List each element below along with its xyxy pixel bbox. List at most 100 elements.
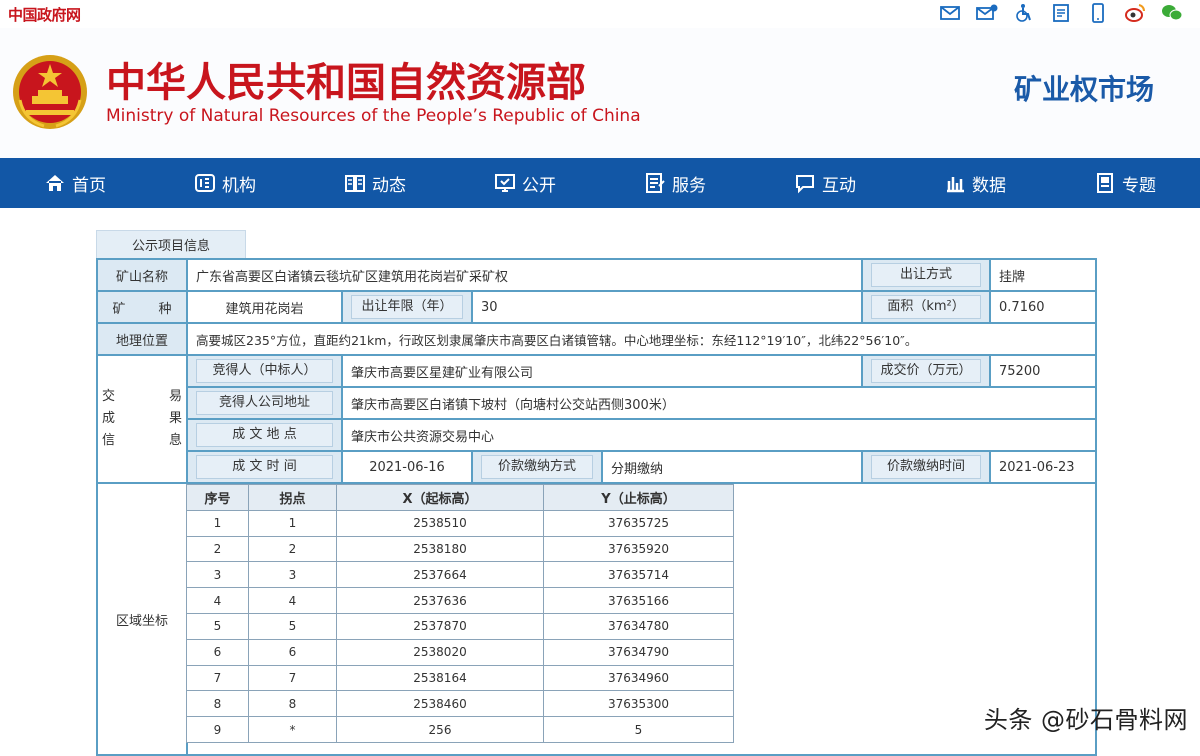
coords-label: 区域坐标: [96, 482, 188, 756]
nav-org[interactable]: 机构: [150, 158, 300, 208]
cell: 3: [248, 561, 337, 589]
table-row: 7 7 2538164 37634960: [186, 664, 734, 692]
gov-portal-link[interactable]: 中国政府网: [8, 4, 81, 25]
ministry-title-en: Ministry of Natural Resources of the Peo…: [106, 106, 641, 126]
table-row: 9 * 256 5: [186, 716, 734, 743]
tab-project-info[interactable]: 公示项目信息: [96, 230, 246, 258]
cell: 2537664: [336, 561, 544, 589]
cell: 9: [186, 716, 249, 743]
coords-header-row: 序号 拐点 X（起标高） Y（止标高）: [186, 484, 734, 511]
nav-label: 数据: [972, 175, 1006, 196]
cell: 5: [186, 612, 249, 640]
cell: 4: [186, 587, 249, 614]
nav-data[interactable]: 数据: [900, 158, 1050, 208]
years-label: 出让年限（年）: [351, 295, 463, 319]
cell: 1: [186, 509, 249, 537]
cell: 6: [248, 638, 337, 666]
cell: 37634960: [543, 664, 734, 692]
cell: 5: [543, 716, 734, 743]
payment-method-value: 分期缴纳: [600, 450, 864, 484]
source-watermark: 头条 @砂石骨料网: [983, 706, 1188, 734]
cell: 4: [248, 587, 337, 614]
cell: 37635920: [543, 535, 734, 563]
cell: 2538510: [336, 509, 544, 537]
nav-news[interactable]: 动态: [300, 158, 450, 208]
mineral-value: 建筑用花岗岩: [186, 290, 343, 324]
nav-label: 公开: [522, 175, 556, 196]
transfer-method-label: 出让方式: [871, 263, 982, 287]
mine-name-value: 广东省高要区白诸镇云毯坑矿区建筑用花岗岩矿采矿权: [185, 258, 864, 292]
transfer-method-value: 挂牌: [989, 258, 1098, 292]
area-value: 0.7160: [989, 290, 1098, 324]
nav-topic[interactable]: 专题: [1050, 158, 1200, 208]
deal-label-left: 交 成 信: [102, 389, 116, 448]
nav-interaction[interactable]: 互动: [750, 158, 900, 208]
location-value: 高要城区235°方位，直距约21km，行政区划隶属肇庆市高要区白诸镇管辖。中心地…: [185, 322, 1098, 356]
news-icon: [345, 175, 365, 192]
coords-table: 序号 拐点 X（起标高） Y（止标高） 1 1 2538510 37635725 22…: [186, 484, 734, 743]
winner-addr-label: 竞得人公司地址: [196, 391, 333, 415]
nav-label: 机构: [222, 175, 256, 196]
nav-label: 互动: [822, 175, 856, 196]
table-row: 1 1 2538510 37635725: [186, 509, 734, 537]
table-row: 5 5 2537870 37634780: [186, 612, 734, 640]
price-label: 成交价（万元）: [871, 359, 982, 383]
coords-header-cell: X（起标高）: [336, 484, 544, 511]
nav-service[interactable]: 服务: [600, 158, 750, 208]
national-emblem-logo: [10, 50, 90, 134]
cell: *: [248, 716, 337, 743]
nav-disclosure[interactable]: 公开: [450, 158, 600, 208]
years-value: 30: [470, 290, 864, 324]
top-bar: 中国政府网: [0, 0, 1200, 28]
coords-table-wrap: 序号 拐点 X（起标高） Y（止标高） 1 1 2538510 37635725 22…: [186, 484, 734, 743]
cell: 2537870: [336, 612, 544, 640]
cell: 256: [336, 716, 544, 743]
interaction-icon: [796, 175, 814, 194]
cell: 7: [186, 664, 249, 692]
cell: 5: [248, 612, 337, 640]
payment-method-label: 价款缴纳方式: [481, 455, 593, 479]
service-icon: [646, 173, 665, 193]
cell: 1: [248, 509, 337, 537]
cell: 8: [248, 690, 337, 718]
cell: 2538180: [336, 535, 544, 563]
mail-icon[interactable]: [931, 2, 968, 24]
ministry-title-cn: 中华人民共和国自然资源部: [106, 60, 586, 106]
site-header: 中华人民共和国自然资源部 Ministry of Natural Resourc…: [0, 28, 1200, 158]
area-label: 面积（km²）: [871, 295, 982, 319]
deal-place-label: 成 文 地 点: [196, 423, 333, 447]
weibo-icon[interactable]: [1116, 2, 1153, 24]
share-icon[interactable]: [1042, 2, 1079, 24]
cell: 8: [186, 690, 249, 718]
table-row: 8 8 2538460 37635300: [186, 690, 734, 718]
cell: 37635166: [543, 587, 734, 614]
table-row: 6 6 2538020 37634790: [186, 638, 734, 666]
mobile-icon[interactable]: [1079, 2, 1116, 24]
payment-time-value: 2021-06-23: [989, 450, 1098, 484]
deal-time-value: 2021-06-16: [341, 450, 473, 484]
home-icon: [46, 175, 64, 191]
nav-home[interactable]: 首页: [0, 158, 150, 208]
cell: 6: [186, 638, 249, 666]
cell: 3: [186, 561, 249, 589]
cell: 2: [186, 535, 249, 563]
wechat-icon[interactable]: [1153, 2, 1190, 24]
winner-value: 肇庆市高要区星建矿业有限公司: [340, 354, 864, 388]
table-row: 4 4 2537636 37635166: [186, 587, 734, 614]
accessibility-icon[interactable]: [1005, 2, 1042, 24]
mail-subscribe-icon[interactable]: [968, 2, 1005, 24]
mineral-label: 矿 种: [96, 290, 188, 324]
cell: 37634790: [543, 638, 734, 666]
cell: 37634780: [543, 612, 734, 640]
deal-place-value: 肇庆市公共资源交易中心: [340, 418, 1098, 452]
data-icon: [947, 177, 964, 193]
deal-time-label: 成 文 时 间: [196, 455, 333, 479]
main-nav: 首页 机构 动态 公开 服务 互动 数据 专题: [0, 158, 1200, 208]
cell: 7: [248, 664, 337, 692]
winner-label: 竞得人（中标人）: [196, 359, 333, 383]
disclosure-icon: [495, 174, 515, 192]
cell: 2: [248, 535, 337, 563]
org-icon: [195, 174, 215, 192]
mine-name-label: 矿山名称: [96, 258, 188, 292]
nav-label: 首页: [72, 175, 106, 196]
